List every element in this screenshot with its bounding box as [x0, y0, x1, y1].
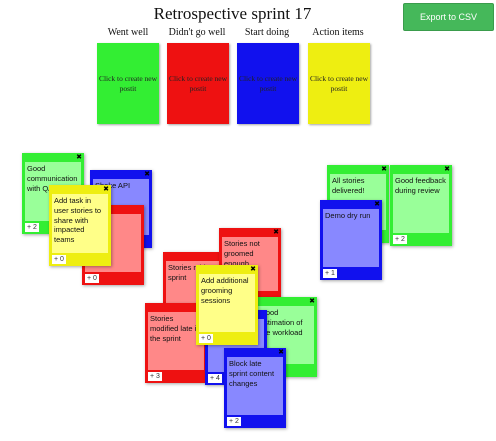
close-icon[interactable]: ✖	[381, 165, 387, 174]
create-postit-didnt-go-well[interactable]: Click to create new postit	[167, 43, 229, 124]
page-title: Retrospective sprint 17	[153, 4, 312, 23]
vote-count[interactable]: + 0	[85, 274, 99, 283]
close-icon[interactable]: ✖	[278, 348, 284, 357]
column-label-went-well: Went well	[107, 27, 149, 38]
close-icon[interactable]: ✖	[273, 228, 279, 237]
postit[interactable]: ✖ Block late sprint content changes + 2	[224, 348, 286, 428]
vote-count[interactable]: + 0	[199, 334, 213, 343]
postit-text[interactable]: Add task in user stories to share with i…	[52, 194, 108, 253]
postit[interactable]: ✖ Add task in user stories to share with…	[49, 185, 111, 266]
close-icon[interactable]: ✖	[374, 200, 380, 209]
create-postit-went-well[interactable]: Click to create new postit	[97, 43, 159, 124]
create-postit-start-doing[interactable]: Click to create new postit	[237, 43, 299, 124]
postit-text[interactable]: Block late sprint content changes	[227, 357, 283, 415]
close-icon[interactable]: ✖	[103, 185, 109, 194]
close-icon[interactable]: ✖	[250, 265, 256, 274]
vote-count[interactable]: + 4	[208, 374, 222, 383]
postit[interactable]: ✖ Demo dry run + 1	[320, 200, 382, 280]
export-csv-button[interactable]: Export to CSV	[403, 3, 494, 31]
postit-text[interactable]: Add additional grooming sessions	[199, 274, 255, 332]
column-label-start-doing: Start doing	[244, 27, 290, 38]
close-icon[interactable]: ✖	[309, 297, 315, 306]
postit[interactable]: ✖ Add additional grooming sessions + 0	[196, 265, 258, 345]
close-icon[interactable]: ✖	[444, 165, 450, 174]
vote-count[interactable]: + 2	[25, 223, 39, 232]
postit[interactable]: ✖ Good feedback during review + 2	[390, 165, 452, 246]
close-icon[interactable]: ✖	[76, 153, 82, 162]
postit-text[interactable]: Good feedback during review	[393, 174, 449, 233]
vote-count[interactable]: + 0	[52, 255, 66, 264]
column-label-didnt-go-well: Didn't go well	[168, 27, 226, 38]
vote-count[interactable]: + 2	[227, 417, 241, 426]
vote-count[interactable]: + 3	[148, 372, 162, 381]
create-postit-action-items[interactable]: Click to create new postit	[308, 43, 370, 124]
close-icon[interactable]: ✖	[144, 170, 150, 179]
postit-text[interactable]: Demo dry run	[323, 209, 379, 267]
column-label-action-items: Action items	[312, 27, 364, 38]
vote-count[interactable]: + 1	[323, 269, 337, 278]
vote-count[interactable]: + 2	[393, 235, 407, 244]
